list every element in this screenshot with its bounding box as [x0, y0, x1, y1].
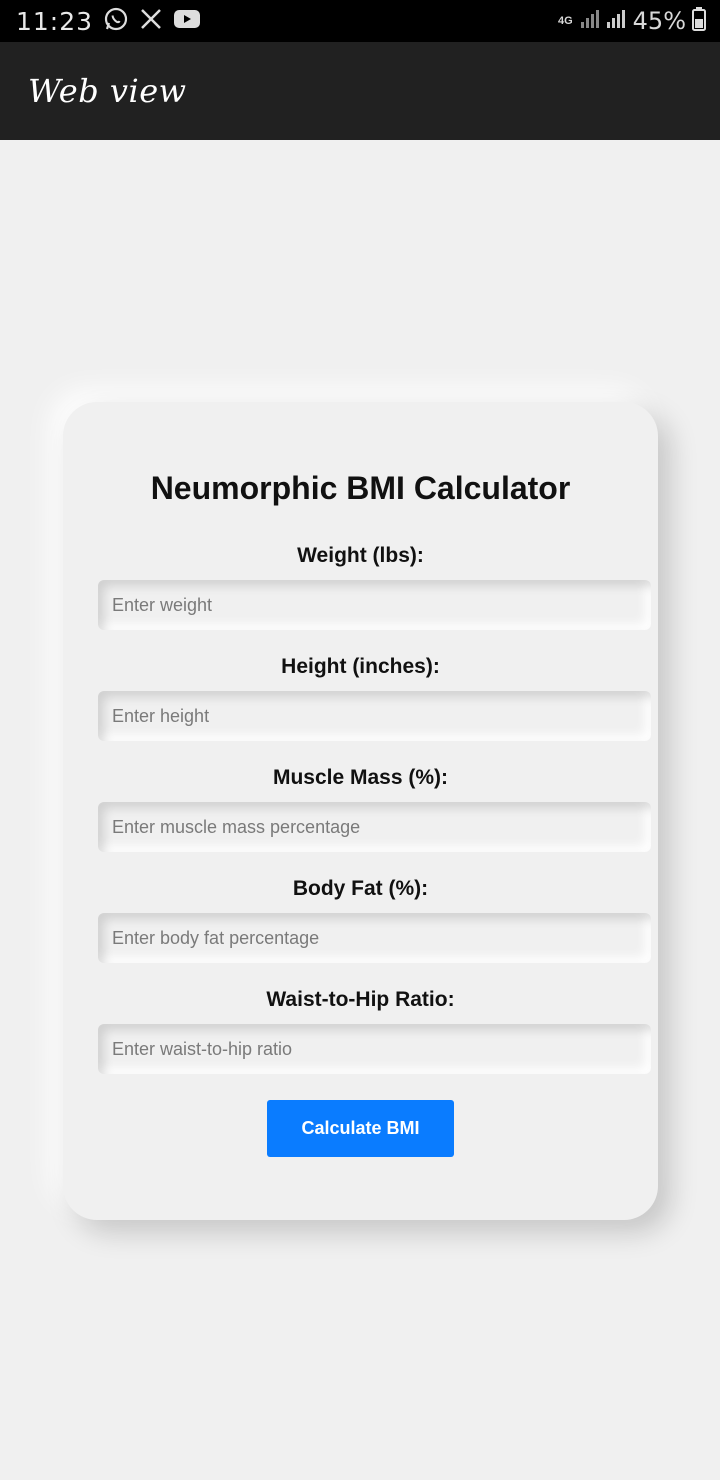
waist-hip-input[interactable] [98, 1024, 651, 1074]
app-bar: Web view [0, 42, 720, 140]
weight-input[interactable] [98, 580, 651, 630]
body-fat-label: Body Fat (%): [292, 877, 429, 900]
height-label: Height (inches): [281, 655, 440, 678]
height-input[interactable] [98, 691, 651, 741]
status-left: 11:23 [16, 6, 201, 37]
muscle-mass-input[interactable] [98, 802, 651, 852]
muscle-mass-label: Muscle Mass (%): [272, 766, 449, 789]
whatsapp-icon [103, 6, 129, 37]
youtube-icon [173, 8, 201, 35]
signal-icon [579, 8, 627, 35]
calculate-bmi-button[interactable]: Calculate BMI [267, 1100, 454, 1157]
waist-hip-label: Waist-to-Hip Ratio: [266, 988, 455, 1011]
battery-percent: 45% [632, 7, 686, 35]
status-bar: 11:23 4G 45% [0, 0, 720, 42]
body-fat-input[interactable] [98, 913, 651, 963]
status-time: 11:23 [16, 6, 94, 36]
app-title: Web view [28, 72, 187, 110]
weight-label: Weight (lbs): [297, 544, 424, 567]
page-title: Neumorphic BMI Calculator [150, 470, 571, 506]
x-icon [139, 7, 163, 36]
battery-icon [692, 6, 706, 36]
network-label: 4G [557, 15, 573, 27]
status-right: 4G 45% [557, 6, 706, 36]
calculator-card: Neumorphic BMI Calculator Weight (lbs): … [63, 402, 658, 1220]
